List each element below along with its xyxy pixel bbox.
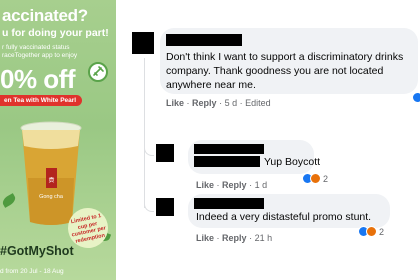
reply-connector [144,202,154,212]
promo-offer: 0% off [0,64,76,94]
reaction-summary[interactable]: 2 [302,172,328,185]
reply-link[interactable]: Reply [222,233,247,243]
redacted-mention[interactable] [194,156,260,167]
brand-label: Gong cha [39,194,64,200]
comments-panel: Don't think I want to support a discrimi… [126,0,420,280]
comment-age[interactable]: 1 d [255,180,268,190]
reply-link[interactable]: Reply [222,180,247,190]
reply-link[interactable]: Reply [192,98,217,108]
hashtag-symbol-icon: # [0,244,7,258]
comment-text: Don't think I want to support a discrimi… [166,51,404,91]
promo-title: accinated? [2,6,88,25]
reaction-summary[interactable]: 2 [358,225,384,238]
hashtag-text: GotMyShot [6,244,74,258]
vaccine-badge-icon [88,62,108,82]
avatar[interactable] [156,144,174,162]
like-link[interactable]: Like [196,233,214,243]
reply-connector [144,146,154,156]
separator-dot: · [249,180,253,190]
like-reaction-icon[interactable] [412,92,420,103]
promo-poster: accinated? u for doing your part! r full… [0,0,116,280]
separator-dot: · [239,98,243,108]
reaction-count: 2 [379,226,385,237]
comment-text: Yup Boycott [264,156,321,168]
separator-dot: · [219,98,223,108]
reaction-count: 2 [323,173,329,184]
promo-body-line-2: raceTogether app to enjoy [2,52,78,59]
edited-label: Edited [245,98,271,108]
comment-actions: Like · Reply · 5 d · Edited [166,98,271,108]
separator-dot: · [216,233,220,243]
thread-connector [144,58,145,208]
promo-body-line-1: r fully vaccinated status [2,44,70,51]
redacted-author-name[interactable] [194,198,264,209]
screenshot-root: accinated? u for doing your part! r full… [0,0,420,280]
redacted-author-name[interactable] [194,144,264,154]
comment-actions: Like · Reply · 1 d [196,180,267,190]
svg-text:貢: 貢 [48,177,54,184]
separator-dot: · [186,98,190,108]
like-link[interactable]: Like [196,180,214,190]
angry-reaction-icon [366,226,377,237]
promo-validity: d from 20 Jul - 18 Aug [0,268,64,275]
comment-age[interactable]: 5 d [225,98,238,108]
separator-dot: · [249,233,253,243]
avatar[interactable] [132,32,154,54]
promo-drink-name: en Tea with White Pearl [0,95,83,106]
comment-text: Indeed a very distasteful promo stunt. [196,211,372,223]
panel-divider [116,0,126,280]
leaf-decoration-icon [0,193,18,208]
avatar[interactable] [156,198,174,216]
redacted-author-name[interactable] [166,34,242,46]
separator-dot: · [216,180,220,190]
comment-actions: Like · Reply · 21 h [196,233,272,243]
promo-subtitle: u for doing your part! [2,27,109,39]
promo-hashtag: #GotMyShot [0,244,74,258]
promo-body: r fully vaccinated status raceTogether a… [2,44,90,60]
like-link[interactable]: Like [166,98,184,108]
comment-age[interactable]: 21 h [255,233,273,243]
angry-reaction-icon [310,173,321,184]
